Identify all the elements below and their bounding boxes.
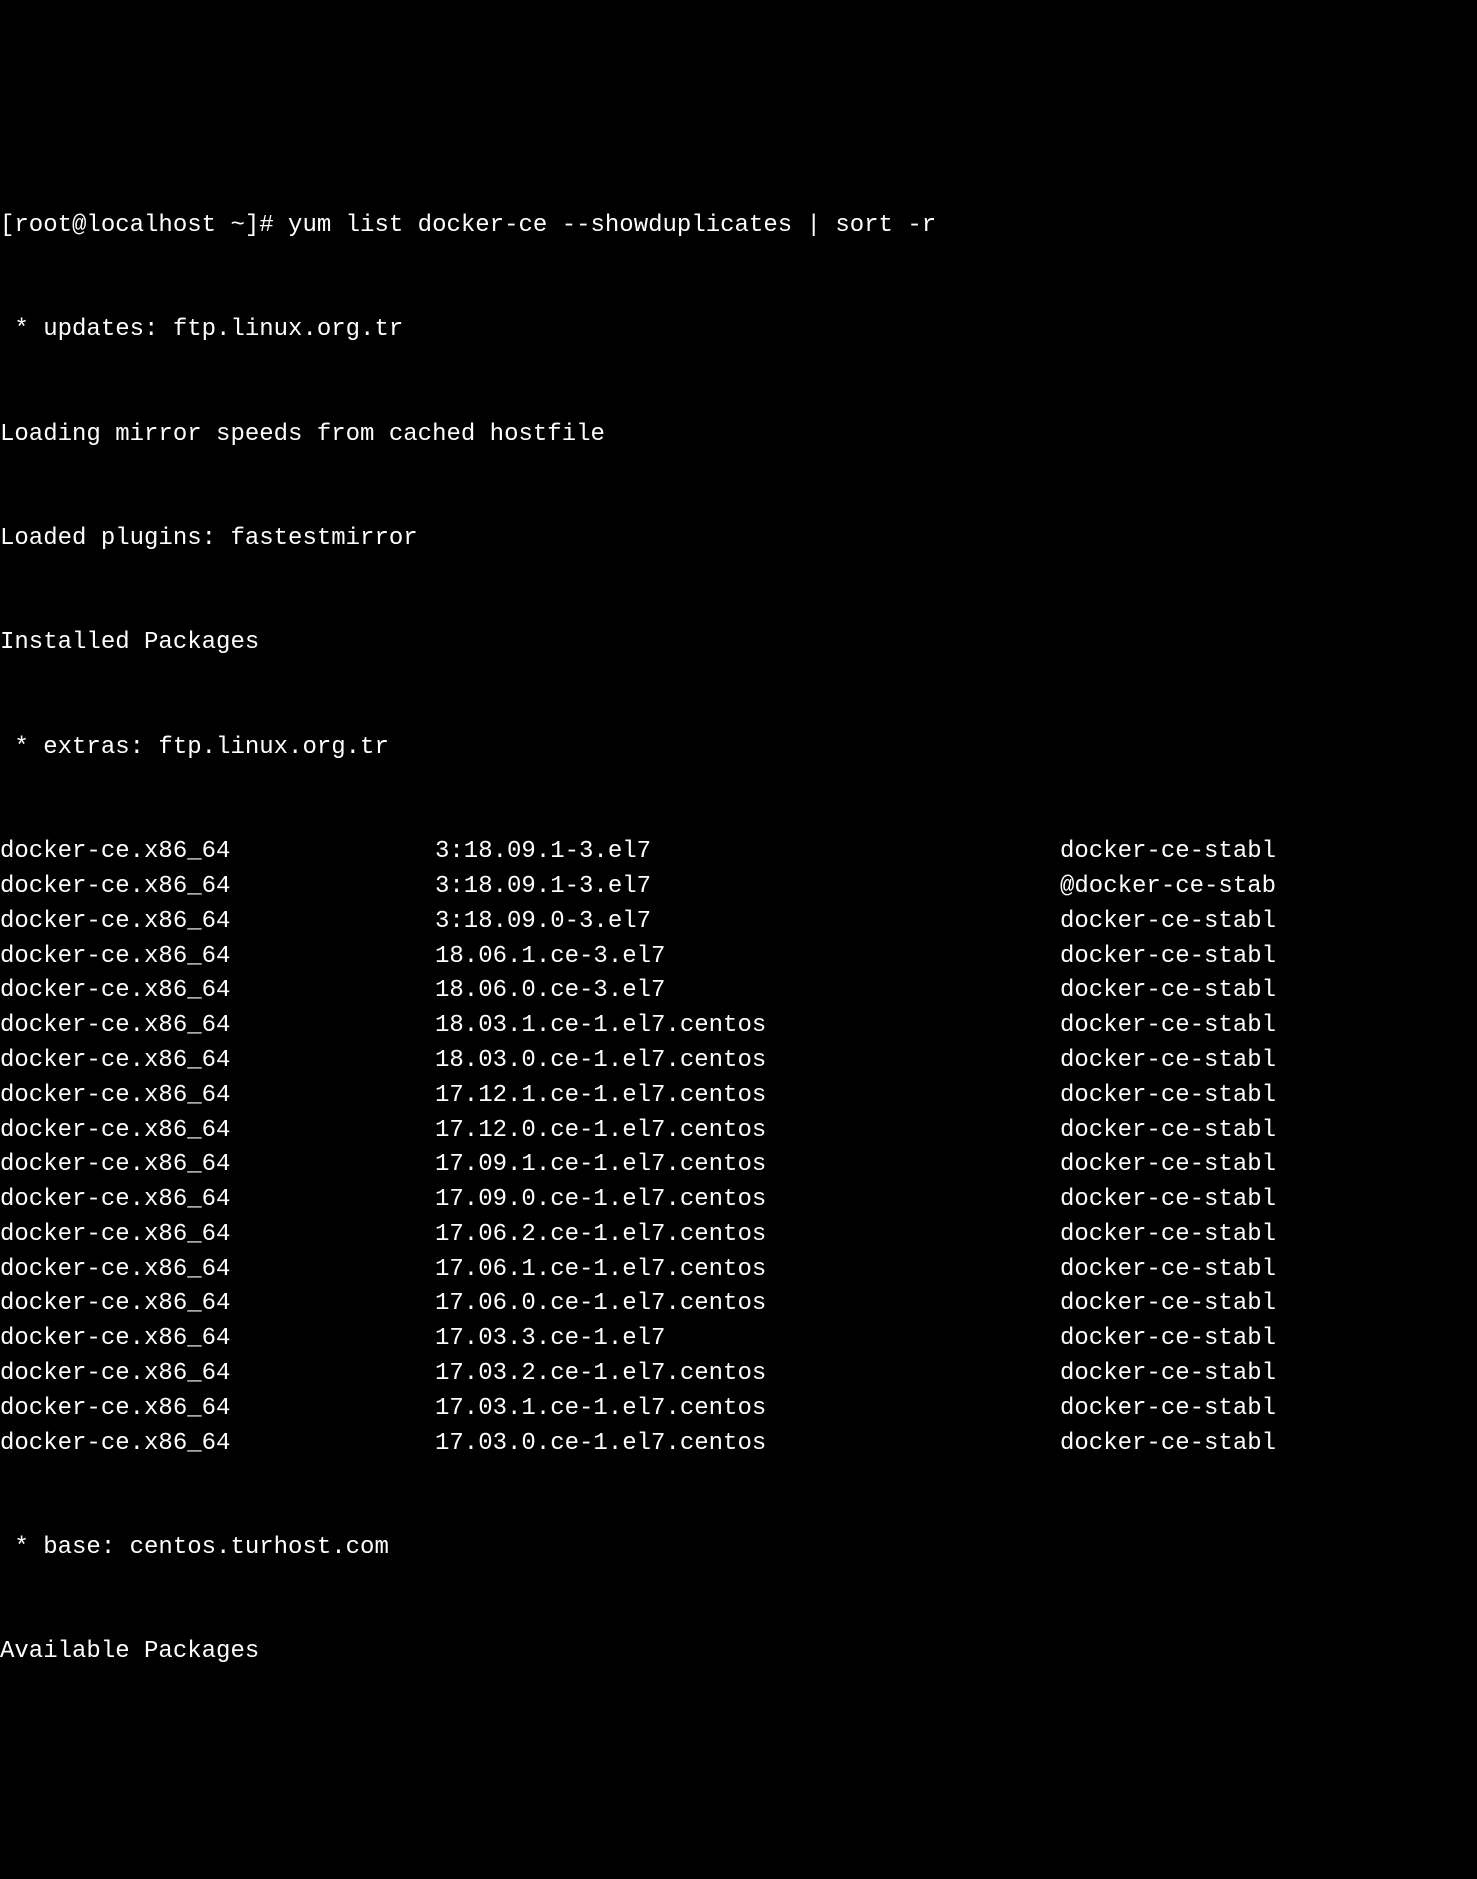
package-repo: @docker-ce-stab	[1060, 870, 1276, 905]
package-repo: docker-ce-stabl	[1060, 1114, 1276, 1149]
package-version: 18.06.0.ce-3.el7	[435, 974, 1060, 1009]
package-version: 18.03.1.ce-1.el7.centos	[435, 1009, 1060, 1044]
package-name: docker-ce.x86_64	[0, 1079, 435, 1114]
package-repo: docker-ce-stabl	[1060, 1253, 1276, 1288]
package-repo: docker-ce-stabl	[1060, 1183, 1276, 1218]
package-row: docker-ce.x86_6418.03.1.ce-1.el7.centosd…	[0, 1009, 1477, 1044]
package-version: 17.03.2.ce-1.el7.centos	[435, 1357, 1060, 1392]
output-loading-mirror: Loading mirror speeds from cached hostfi…	[0, 418, 1477, 453]
package-name: docker-ce.x86_64	[0, 905, 435, 940]
package-row: docker-ce.x86_643:18.09.1-3.el7docker-ce…	[0, 835, 1477, 870]
package-name: docker-ce.x86_64	[0, 870, 435, 905]
package-name: docker-ce.x86_64	[0, 1148, 435, 1183]
package-version: 17.03.1.ce-1.el7.centos	[435, 1392, 1060, 1427]
package-row: docker-ce.x86_6417.03.2.ce-1.el7.centosd…	[0, 1357, 1477, 1392]
package-version: 17.09.0.ce-1.el7.centos	[435, 1183, 1060, 1218]
package-row: docker-ce.x86_6418.06.1.ce-3.el7docker-c…	[0, 940, 1477, 975]
package-version: 3:18.09.0-3.el7	[435, 905, 1060, 940]
package-repo: docker-ce-stabl	[1060, 1079, 1276, 1114]
package-row: docker-ce.x86_6417.12.0.ce-1.el7.centosd…	[0, 1114, 1477, 1149]
package-name: docker-ce.x86_64	[0, 1218, 435, 1253]
output-installed-packages: Installed Packages	[0, 626, 1477, 661]
package-version: 17.12.0.ce-1.el7.centos	[435, 1114, 1060, 1149]
package-repo: docker-ce-stabl	[1060, 1218, 1276, 1253]
package-name: docker-ce.x86_64	[0, 1183, 435, 1218]
shell-prompt: [root@localhost ~]#	[0, 212, 288, 239]
package-row: docker-ce.x86_6417.03.0.ce-1.el7.centosd…	[0, 1427, 1477, 1462]
package-version: 17.06.0.ce-1.el7.centos	[435, 1287, 1060, 1322]
package-repo: docker-ce-stabl	[1060, 835, 1276, 870]
output-updates: * updates: ftp.linux.org.tr	[0, 313, 1477, 348]
package-version: 18.06.1.ce-3.el7	[435, 940, 1060, 975]
package-repo: docker-ce-stabl	[1060, 1392, 1276, 1427]
package-name: docker-ce.x86_64	[0, 974, 435, 1009]
package-version: 17.03.0.ce-1.el7.centos	[435, 1427, 1060, 1462]
package-name: docker-ce.x86_64	[0, 1392, 435, 1427]
package-name: docker-ce.x86_64	[0, 1287, 435, 1322]
package-name: docker-ce.x86_64	[0, 940, 435, 975]
package-repo: docker-ce-stabl	[1060, 1357, 1276, 1392]
package-version: 17.03.3.ce-1.el7	[435, 1322, 1060, 1357]
package-row: docker-ce.x86_6417.03.1.ce-1.el7.centosd…	[0, 1392, 1477, 1427]
package-repo: docker-ce-stabl	[1060, 1427, 1276, 1462]
package-repo: docker-ce-stabl	[1060, 905, 1276, 940]
package-row: docker-ce.x86_6418.03.0.ce-1.el7.centosd…	[0, 1044, 1477, 1079]
output-available-packages: Available Packages	[0, 1635, 1477, 1670]
package-row: docker-ce.x86_6418.06.0.ce-3.el7docker-c…	[0, 974, 1477, 1009]
package-row: docker-ce.x86_6417.09.1.ce-1.el7.centosd…	[0, 1148, 1477, 1183]
package-name: docker-ce.x86_64	[0, 1114, 435, 1149]
terminal[interactable]: [root@localhost ~]# yum list docker-ce -…	[0, 139, 1477, 1705]
output-extras: * extras: ftp.linux.org.tr	[0, 731, 1477, 766]
package-repo: docker-ce-stabl	[1060, 1148, 1276, 1183]
package-name: docker-ce.x86_64	[0, 1044, 435, 1079]
package-row: docker-ce.x86_6417.09.0.ce-1.el7.centosd…	[0, 1183, 1477, 1218]
package-version: 17.09.1.ce-1.el7.centos	[435, 1148, 1060, 1183]
output-loaded-plugins: Loaded plugins: fastestmirror	[0, 522, 1477, 557]
package-version: 3:18.09.1-3.el7	[435, 835, 1060, 870]
package-row: docker-ce.x86_6417.12.1.ce-1.el7.centosd…	[0, 1079, 1477, 1114]
package-name: docker-ce.x86_64	[0, 1427, 435, 1462]
output-base: * base: centos.turhost.com	[0, 1531, 1477, 1566]
command-text: yum list docker-ce --showduplicates | so…	[288, 212, 936, 239]
package-repo: docker-ce-stabl	[1060, 974, 1276, 1009]
package-repo: docker-ce-stabl	[1060, 1287, 1276, 1322]
package-row: docker-ce.x86_643:18.09.0-3.el7docker-ce…	[0, 905, 1477, 940]
package-version: 17.06.1.ce-1.el7.centos	[435, 1253, 1060, 1288]
package-row: docker-ce.x86_6417.03.3.ce-1.el7docker-c…	[0, 1322, 1477, 1357]
package-version: 17.06.2.ce-1.el7.centos	[435, 1218, 1060, 1253]
command-line: [root@localhost ~]# yum list docker-ce -…	[0, 209, 1477, 244]
package-name: docker-ce.x86_64	[0, 1009, 435, 1044]
package-row: docker-ce.x86_643:18.09.1-3.el7@docker-c…	[0, 870, 1477, 905]
package-list: docker-ce.x86_643:18.09.1-3.el7docker-ce…	[0, 835, 1477, 1461]
package-repo: docker-ce-stabl	[1060, 1322, 1276, 1357]
package-version: 18.03.0.ce-1.el7.centos	[435, 1044, 1060, 1079]
package-repo: docker-ce-stabl	[1060, 1009, 1276, 1044]
package-version: 17.12.1.ce-1.el7.centos	[435, 1079, 1060, 1114]
package-name: docker-ce.x86_64	[0, 835, 435, 870]
package-version: 3:18.09.1-3.el7	[435, 870, 1060, 905]
package-row: docker-ce.x86_6417.06.0.ce-1.el7.centosd…	[0, 1287, 1477, 1322]
package-name: docker-ce.x86_64	[0, 1357, 435, 1392]
package-repo: docker-ce-stabl	[1060, 1044, 1276, 1079]
package-name: docker-ce.x86_64	[0, 1253, 435, 1288]
package-repo: docker-ce-stabl	[1060, 940, 1276, 975]
package-name: docker-ce.x86_64	[0, 1322, 435, 1357]
package-row: docker-ce.x86_6417.06.1.ce-1.el7.centosd…	[0, 1253, 1477, 1288]
package-row: docker-ce.x86_6417.06.2.ce-1.el7.centosd…	[0, 1218, 1477, 1253]
